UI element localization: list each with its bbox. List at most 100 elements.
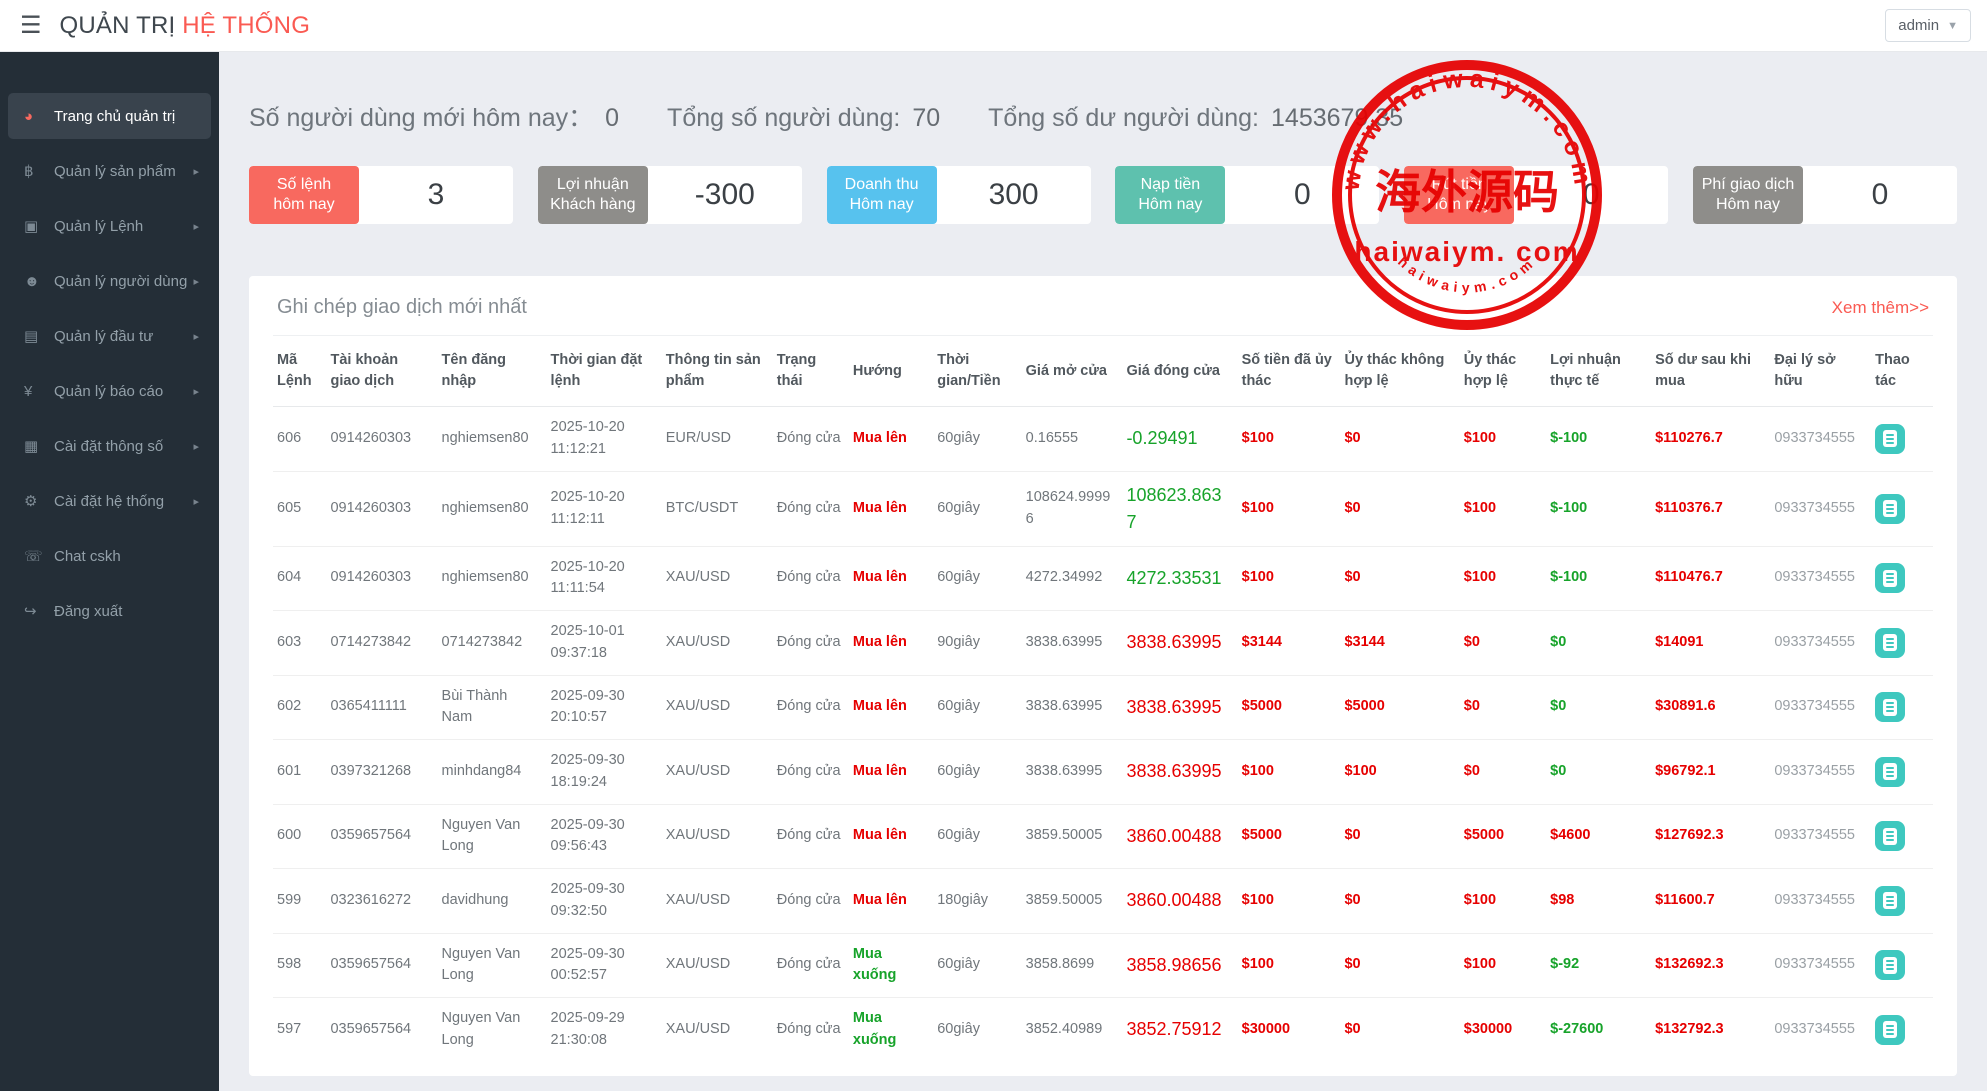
cell-direction: Mua lên [849, 407, 933, 472]
stat-0: Số người dùng mới hôm nay：0 [249, 98, 619, 134]
stat-cards-row: Số lệnh hôm nay3 Lợi nhuận Khách hàng-300… [249, 166, 1957, 224]
cell-profit: $0 [1546, 675, 1651, 740]
cell-duration: 90giây [933, 611, 1021, 676]
hamburger-menu-icon[interactable]: ☰ [20, 14, 42, 38]
cell-account: 0914260303 [326, 407, 437, 472]
cell-time: 2025-09-30 00:52:57 [547, 933, 662, 998]
cell-balance: $132692.3 [1651, 933, 1770, 998]
table-row: 5980359657564Nguyen Van Long2025-09-30 0… [273, 933, 1933, 998]
cell-status: Đóng cửa [773, 740, 849, 805]
cell-account: 0359657564 [326, 998, 437, 1062]
cell-profit: $-27600 [1546, 998, 1651, 1062]
cell-valid-escrow: $30000 [1460, 998, 1546, 1062]
order-detail-button[interactable] [1875, 1015, 1905, 1045]
order-detail-button[interactable] [1875, 886, 1905, 916]
cell-agent: 0933734555 [1770, 869, 1871, 934]
cell-balance: $110476.7 [1651, 546, 1770, 611]
cell-open-price: 3838.63995 [1022, 740, 1123, 805]
sidebar-item-system[interactable]: ⚙Cài đặt hệ thống▸ [8, 478, 211, 524]
table-row: 603071427384207142738422025-10-01 09:37:… [273, 611, 1933, 676]
sidebar-item-users[interactable]: ☻Quản lý người dùng▸ [8, 258, 211, 304]
col-header-8: Giá mở cửa [1022, 336, 1123, 407]
cell-order-id: 601 [273, 740, 326, 805]
cell-open-price: 3838.63995 [1022, 675, 1123, 740]
cell-time: 2025-10-01 09:37:18 [547, 611, 662, 676]
cell-balance: $110376.7 [1651, 471, 1770, 546]
cell-escrow: $5000 [1238, 804, 1341, 869]
order-detail-button[interactable] [1875, 757, 1905, 787]
sidebar-item-logout[interactable]: ↪Đăng xuất [8, 588, 211, 634]
cell-invalid-escrow: $0 [1340, 804, 1459, 869]
cell-invalid-escrow: $0 [1340, 407, 1459, 472]
sidebar-item-orders[interactable]: ▣Quản lý Lệnh▸ [8, 203, 211, 249]
cell-account: 0365411111 [326, 675, 437, 740]
main-content: Số người dùng mới hôm nay：0Tổng số người… [219, 52, 1987, 1091]
col-header-4: Thông tin sản phẩm [662, 336, 773, 407]
stat-value: 0 [605, 104, 619, 133]
cell-direction: Mua lên [849, 675, 933, 740]
cell-invalid-escrow: $5000 [1340, 675, 1459, 740]
cell-valid-escrow: $0 [1460, 611, 1546, 676]
cell-account: 0359657564 [326, 933, 437, 998]
stat-card-4: Rút tiền Hôm nay0 [1404, 166, 1668, 224]
cell-direction: Mua xuống [849, 933, 933, 998]
sidebar-item-parameters[interactable]: ▦Cài đặt thông số▸ [8, 423, 211, 469]
col-header-10: Số tiền đã ủy thác [1238, 336, 1341, 407]
cell-open-price: 3852.40989 [1022, 998, 1123, 1062]
document-list-icon [1883, 699, 1897, 716]
stat-card-0: Số lệnh hôm nay3 [249, 166, 513, 224]
cell-time: 2025-09-29 21:30:08 [547, 998, 662, 1062]
cell-action [1871, 407, 1933, 472]
user-menu-button[interactable]: admin ▼ [1885, 9, 1971, 42]
sidebar-item-investment[interactable]: ▤Quản lý đầu tư▸ [8, 313, 211, 359]
cell-direction: Mua lên [849, 740, 933, 805]
order-detail-button[interactable] [1875, 494, 1905, 524]
cell-agent: 0933734555 [1770, 611, 1871, 676]
gauge-icon: ◕ [24, 108, 54, 125]
order-detail-button[interactable] [1875, 563, 1905, 593]
sidebar-item-products[interactable]: ฿Quản lý sản phẩm▸ [8, 148, 211, 194]
cell-status: Đóng cửa [773, 611, 849, 676]
cell-account: 0359657564 [326, 804, 437, 869]
document-list-icon [1883, 892, 1897, 909]
order-detail-button[interactable] [1875, 692, 1905, 722]
cell-valid-escrow: $100 [1460, 471, 1546, 546]
document-list-icon [1883, 430, 1897, 447]
order-detail-button[interactable] [1875, 424, 1905, 454]
cell-open-price: 3859.50005 [1022, 869, 1123, 934]
col-header-2: Tên đăng nhập [438, 336, 547, 407]
cell-username: Bùi Thành Nam [438, 675, 547, 740]
cell-direction: Mua lên [849, 869, 933, 934]
sidebar-item-label: Quản lý Lệnh [54, 218, 193, 235]
cell-profit: $0 [1546, 611, 1651, 676]
cell-escrow: $100 [1238, 933, 1341, 998]
cell-close-price: 4272.33531 [1122, 546, 1237, 611]
cell-action [1871, 804, 1933, 869]
view-more-link[interactable]: Xem thêm>> [1832, 298, 1929, 318]
admin-dashboard: ☰ QUẢN TRỊ HỆ THỐNG admin ▼ ◕Trang chủ q… [0, 0, 1987, 1091]
cell-profit: $-92 [1546, 933, 1651, 998]
order-detail-button[interactable] [1875, 950, 1905, 980]
order-detail-button[interactable] [1875, 821, 1905, 851]
cell-product: XAU/USD [662, 998, 773, 1062]
order-detail-button[interactable] [1875, 628, 1905, 658]
stat-card-1: Lợi nhuận Khách hàng-300 [538, 166, 802, 224]
cell-status: Đóng cửa [773, 546, 849, 611]
sidebar-item-label: Quản lý báo cáo [54, 383, 193, 400]
document-list-icon [1883, 500, 1897, 517]
cell-profit: $-100 [1546, 407, 1651, 472]
cell-duration: 60giây [933, 998, 1021, 1062]
cell-escrow: $5000 [1238, 675, 1341, 740]
transactions-panel: Ghi chép giao dịch mới nhất Xem thêm>> M… [249, 276, 1957, 1076]
chevron-right-icon: ▸ [193, 440, 199, 453]
sidebar-item-dashboard[interactable]: ◕Trang chủ quản trị [8, 93, 211, 139]
cell-action [1871, 998, 1933, 1062]
sidebar-item-reports[interactable]: ¥Quản lý báo cáo▸ [8, 368, 211, 414]
table-row: 6060914260303nghiemsen802025-10-20 11:12… [273, 407, 1933, 472]
cell-action [1871, 546, 1933, 611]
cell-close-price: 3852.75912 [1122, 998, 1237, 1062]
sidebar-item-chat[interactable]: ☏Chat cskh [8, 533, 211, 579]
cell-username: nghiemsen80 [438, 407, 547, 472]
table-row: 6040914260303nghiemsen802025-10-20 11:11… [273, 546, 1933, 611]
cell-escrow: $30000 [1238, 998, 1341, 1062]
